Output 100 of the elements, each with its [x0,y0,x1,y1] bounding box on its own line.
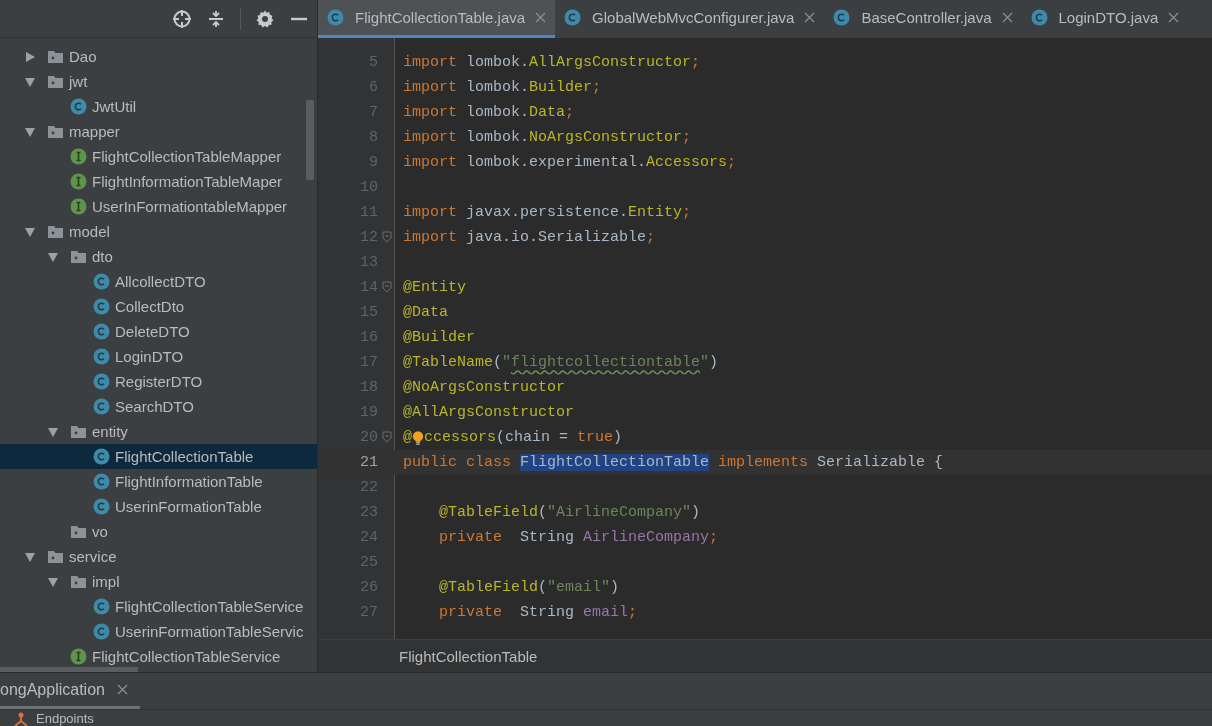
code-token: private [438,604,504,621]
close-icon[interactable] [1168,12,1180,23]
close-icon[interactable] [116,684,128,695]
tree-item[interactable]: jwt [0,69,317,94]
fold-icon[interactable] [382,281,392,293]
close-icon[interactable] [535,12,547,23]
editor-tab[interactable]: FlightCollectionTable.java [318,0,556,38]
code-token: NoArgsConstructor [529,129,683,146]
close-icon[interactable] [804,12,816,23]
code-token: lombok. [465,104,530,121]
code-token: Builder [529,79,593,96]
fold-icon[interactable] [382,231,392,243]
code-token: ) [691,504,701,521]
fold-icon[interactable] [382,431,392,443]
class-icon [93,298,110,315]
code-token: @Data [403,304,448,321]
code-token: javax.persistence. [465,204,629,221]
endpoints-icon[interactable] [12,710,30,726]
endpoints-tab[interactable]: Endpoints [36,711,94,726]
scrollbar[interactable] [306,100,314,180]
code-token: import [403,154,457,171]
class-icon [93,373,110,390]
tree-item[interactable]: FlightCollectionTableService [0,594,317,619]
code-token: ccessors [424,429,497,446]
collapse-all-icon[interactable] [206,8,226,29]
tree-item[interactable]: UserinFormationTableServic [0,619,317,644]
expanded-arrow-icon[interactable] [47,425,59,438]
code-token: ( [538,504,548,521]
tree-item[interactable]: DeleteDTO [0,319,317,344]
tree-item[interactable]: FlightCollectionTableService [0,644,317,669]
collapsed-arrow-icon[interactable] [24,50,36,63]
expanded-arrow-icon[interactable] [47,250,59,263]
locate-icon[interactable] [172,8,192,29]
settings-icon[interactable] [255,8,275,29]
code-token: import [403,229,457,246]
breadcrumb[interactable]: FlightCollectionTable [399,647,538,665]
tree-item[interactable]: model [0,219,317,244]
tree-item[interactable]: FlightCollectionTableMapper [0,144,317,169]
tree-item[interactable]: impl [0,569,317,594]
tree-item[interactable]: LoginDTO [0,344,317,369]
code-token: ; [628,604,638,621]
tree-item[interactable]: service [0,544,317,569]
close-icon[interactable] [1001,12,1013,23]
code-token: String [520,529,576,546]
tree-item[interactable]: CollectDto [0,294,317,319]
code-token: @ [403,429,412,446]
class-icon [564,9,582,26]
tree-item[interactable]: Dao [0,44,317,69]
interface-icon [70,148,87,165]
code-token: " [502,354,512,371]
code-token: ; [592,79,602,96]
folder-icon [70,248,87,265]
code-token: @TableName [403,354,493,371]
expanded-arrow-icon[interactable] [24,550,36,563]
tree-item[interactable]: FlightCollectionTable [0,444,317,469]
scrollbar[interactable] [0,667,138,672]
editor-tab[interactable]: LoginDTO.java [1021,0,1189,38]
expanded-arrow-icon[interactable] [24,125,36,138]
code-token: public class [403,454,513,471]
code-token: flightcollectiontable [511,354,701,371]
run-tab[interactable]: ongApplication [0,673,140,709]
class-icon [93,398,110,415]
code-token: " [700,354,710,371]
code-token: ; [691,54,701,71]
expanded-arrow-icon[interactable] [24,75,36,88]
tree-item[interactable]: UserinFormationTable [0,494,317,519]
tree-item[interactable]: SearchDTO [0,394,317,419]
lightbulb-icon[interactable] [412,428,424,447]
code-token: ; [565,104,575,121]
code-token: lombok.experimental. [465,154,647,171]
code-token: lombok. [465,129,530,146]
expanded-arrow-icon[interactable] [47,575,59,588]
tree-item[interactable]: entity [0,419,317,444]
expanded-arrow-icon[interactable] [24,225,36,238]
tree-item[interactable]: vo [0,519,317,544]
class-icon [327,9,344,26]
editor-tab[interactable]: BaseController.java [824,0,1022,38]
tree-item[interactable]: mapper [0,119,317,144]
code-token: import [403,129,457,146]
tree-item[interactable]: dto [0,244,317,269]
code-token: implements [717,454,810,471]
tree-item[interactable]: AllcollectDTO [0,269,317,294]
code-token: Serializable { [817,454,944,471]
code-token: @NoArgsConstructor [403,379,566,396]
tree-item[interactable]: UserInFormationtableMapper [0,194,317,219]
code-token: Data [529,104,566,121]
code-token: AllArgsConstructor [529,54,692,71]
code-token: ( [538,579,548,596]
tree-item[interactable]: FlightInformationTable [0,469,317,494]
code-token: AirlineCompany [583,529,710,546]
code-token: ) [613,429,623,446]
code-token: import [403,79,457,96]
tree-item[interactable]: JwtUtil [0,94,317,119]
editor-tab[interactable]: GlobalWebMvcConfigurer.java [555,0,825,38]
code-token: true [577,429,614,446]
code-token: lombok. [465,54,530,71]
code-token: ) [610,579,620,596]
tree-item[interactable]: FlightInformationTableMaper [0,169,317,194]
tree-item[interactable]: RegisterDTO [0,369,317,394]
class-icon [93,598,110,615]
